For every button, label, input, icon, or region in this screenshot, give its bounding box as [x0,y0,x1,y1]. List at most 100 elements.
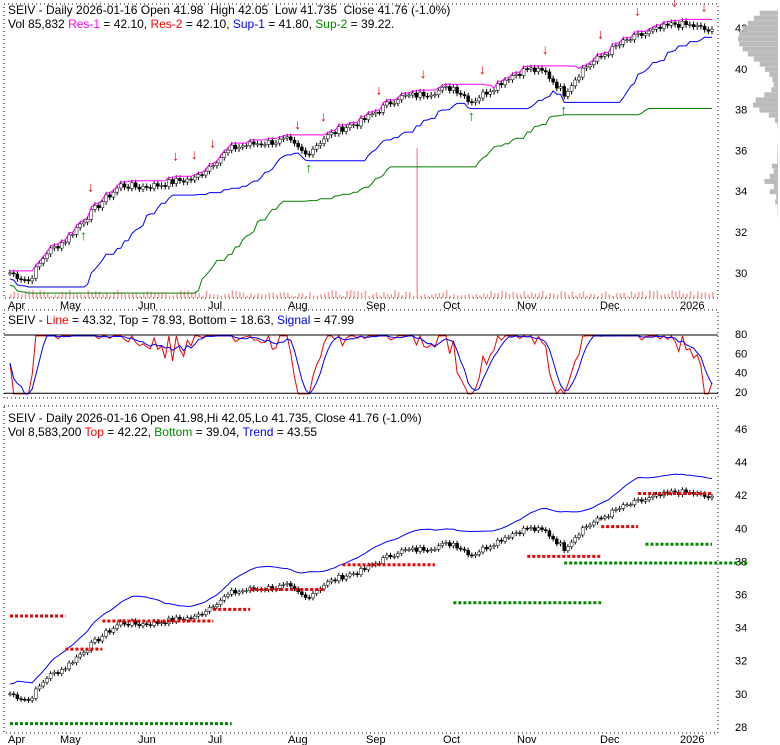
volume-value: 85,832 [28,17,65,31]
candle-body [481,546,485,553]
volume-profile-bar [753,102,778,108]
candle-body [285,136,289,139]
panel3-header-line1: SEIV - Daily 2026-01-16 Open 41.98,Hi 42… [8,411,422,425]
volume-bar [530,292,533,298]
volume-bar [227,293,230,298]
candle-body [418,91,422,98]
volume-bar [641,291,644,298]
volume-profile-bar [759,10,778,16]
candle-body [507,536,511,539]
volume-bar [353,290,356,298]
candle-body [307,153,312,156]
candle-body [643,499,648,502]
volume-bar [187,290,189,298]
candle-body [189,617,193,619]
candle-body [300,146,304,151]
candle-body [34,688,38,699]
candle-body [200,174,204,176]
volume-bar [590,293,592,298]
candle-body [300,591,304,595]
panel1-header-line2: Vol 85,832 Res-1 = 42.10, Res-2 = 42.10,… [8,17,395,31]
candle-body [684,21,688,26]
candle-body [514,532,518,535]
candle-body [111,191,116,198]
volume-profile-bar [769,71,778,77]
volume-bar [545,295,548,298]
volume-bar [490,291,492,298]
volume-bar [501,290,503,298]
candle-body [547,71,552,79]
candle-body [34,266,38,279]
candle-body [152,183,156,189]
sell-arrow-icon: ↓ [209,135,216,151]
candle-body [651,495,655,498]
candle-body [407,549,411,551]
panel1-header-line1: SEIV - Daily 2026-01-16 Open 41.98 High … [8,3,451,17]
candle-body [440,86,445,91]
volume-bar [54,294,56,298]
volume-bar [471,295,474,298]
volume-bar [486,294,489,298]
month-label: Jun [138,300,156,312]
candle-body [584,66,589,69]
candle-body [503,537,507,542]
volume-bar [423,294,426,298]
volume-bar [604,291,607,298]
candle-body [100,201,105,209]
price-tick: 40 [735,64,747,76]
candle-body [362,118,367,120]
volume-bar [523,291,526,298]
price-tick: 32 [735,656,747,668]
volume-bar [663,294,666,298]
candle-body [63,668,68,671]
candle-body [292,139,297,144]
volume-bar [409,291,411,298]
sell-arrow-icon: ↓ [634,2,641,18]
candle-body [348,124,352,128]
volume-bar [645,295,647,298]
candle-body [385,101,389,106]
candle-body [673,22,677,25]
sell-arrow-icon: ↓ [597,25,604,41]
volume-bar [83,295,86,298]
volume-profile-bar [764,92,778,98]
candle-body [137,624,142,627]
volume-bar [438,292,441,298]
candle-body [584,526,589,528]
candle-body [625,39,629,42]
candle-body [67,662,71,670]
candle-body [48,673,53,679]
volume-bar [257,293,260,298]
price-tick: 34 [735,186,747,198]
volume-bar [434,293,437,298]
month-label: 2026 [680,734,704,745]
candle-body [488,546,493,550]
candle-body [699,25,703,27]
volume-bar [250,293,252,298]
candle-body [215,162,219,166]
candle-body [215,604,219,608]
candle-body [100,635,105,642]
volume-bar [453,293,455,298]
volume-bar [704,292,707,298]
candle-body [414,92,419,98]
volume-bar [678,290,681,298]
volume-profile-bar [739,41,778,47]
candle-body [19,278,23,281]
volume-bar [298,293,300,298]
sell-arrow-icon: ↓ [479,61,486,77]
candle-body [547,530,552,537]
month-label: 2026 [680,300,704,312]
month-label: Dec [600,734,620,745]
candle-body [52,672,57,674]
candle-body [628,39,633,41]
line-value: 43.32 [82,313,113,327]
candle-body [337,126,341,134]
candle-body [263,144,267,146]
volume-bar [109,295,112,298]
volume-bar [179,290,182,298]
volume-bar [442,292,444,298]
volume-bar [198,293,200,298]
candle-body [359,568,363,575]
candle-body [669,22,674,26]
